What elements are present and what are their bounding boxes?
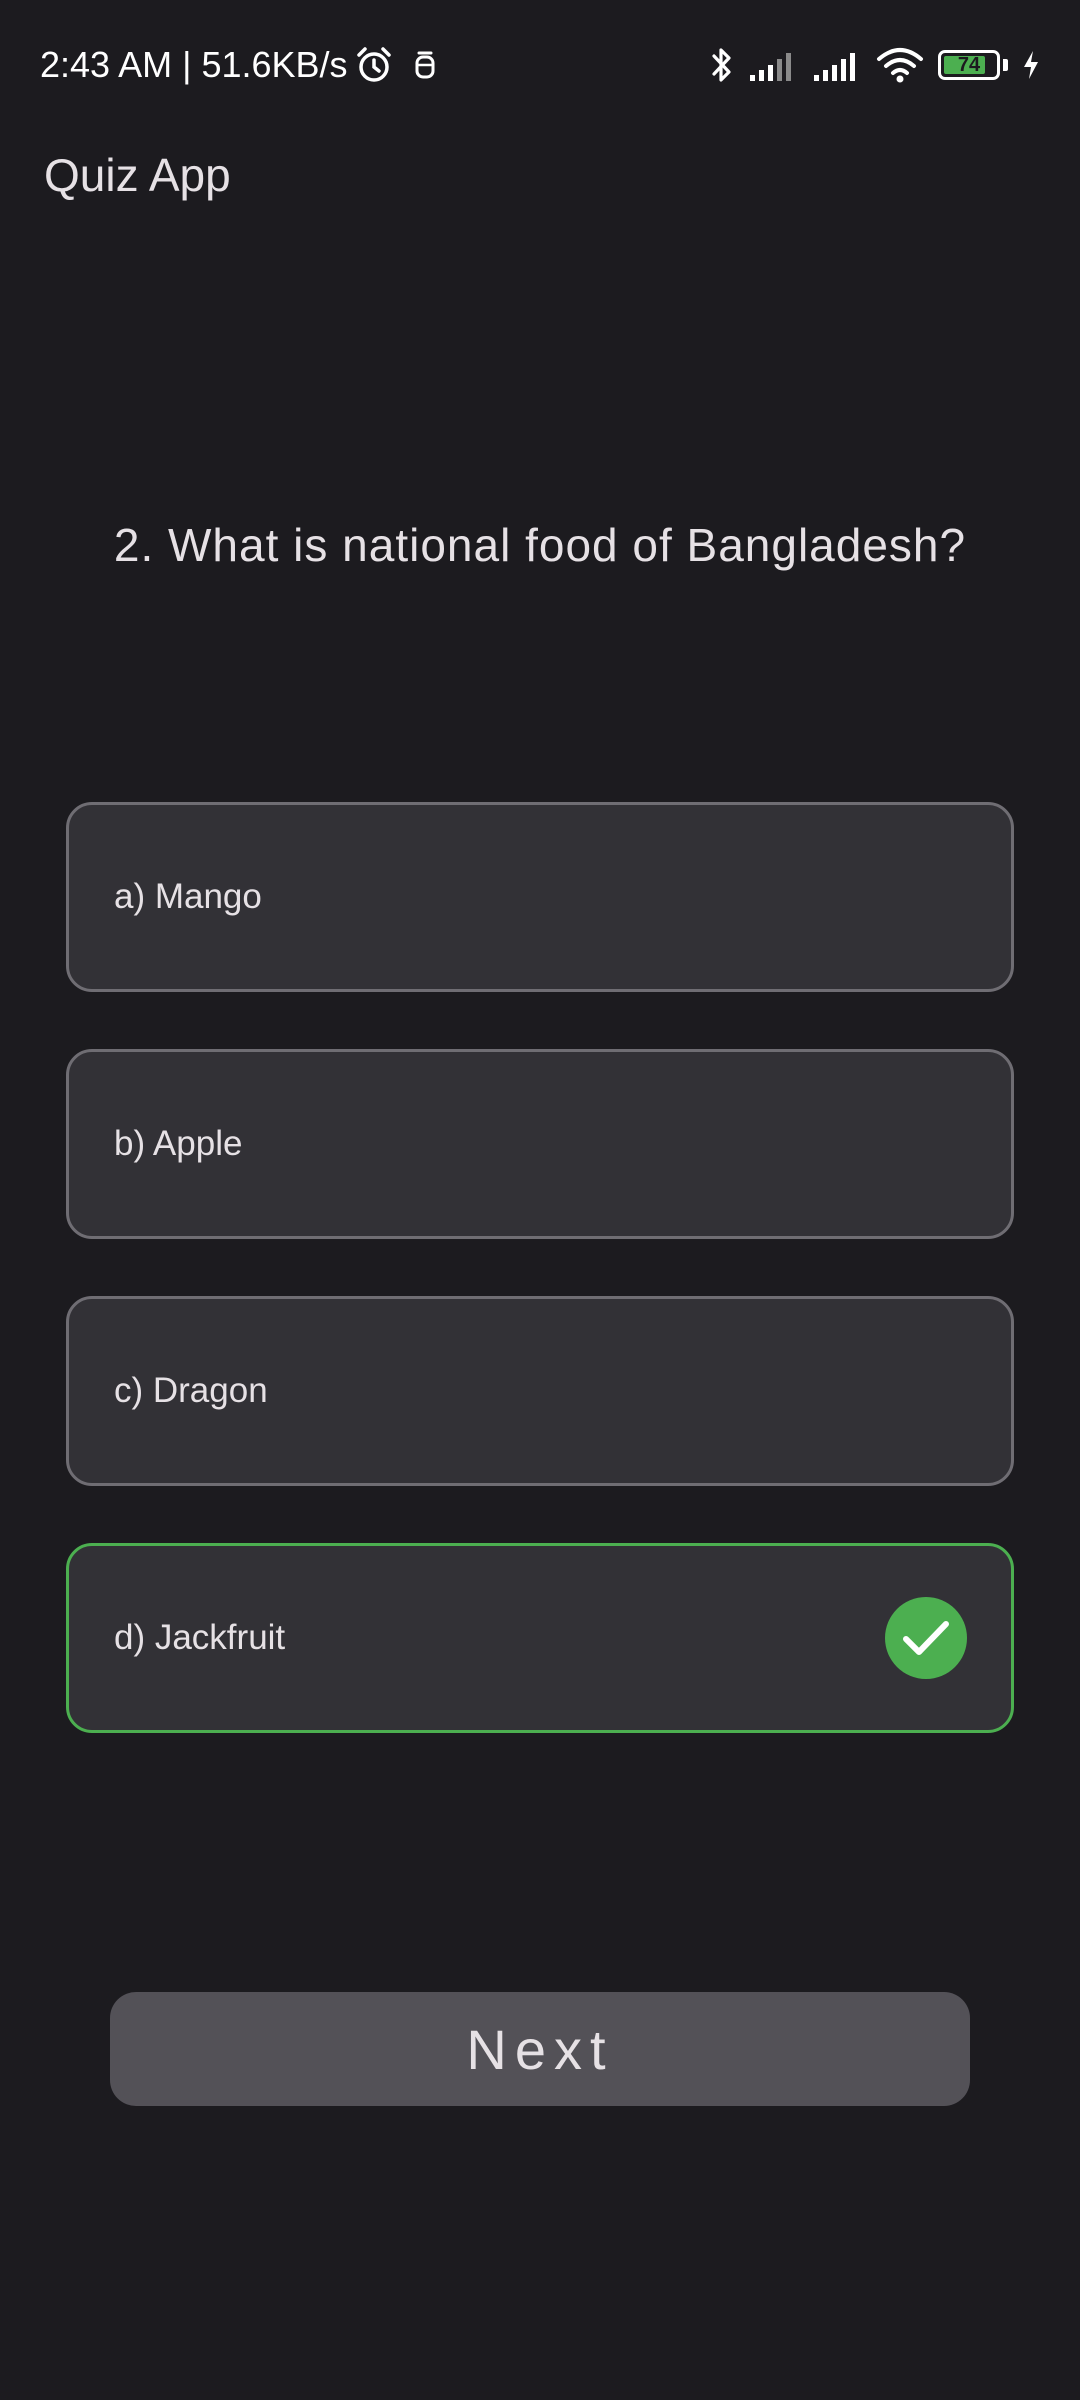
charging-icon xyxy=(1022,50,1040,80)
answer-options: a) Mango b) Apple c) Dragon d) Jackfruit xyxy=(66,802,1014,1790)
battery-cap xyxy=(1003,59,1008,71)
next-button-label: Next xyxy=(466,2017,614,2081)
app-title: Quiz App xyxy=(44,149,231,201)
option-d[interactable]: d) Jackfruit xyxy=(66,1543,1014,1733)
option-label: d) Jackfruit xyxy=(114,1618,286,1657)
check-circle-icon xyxy=(885,1597,967,1679)
option-label: a) Mango xyxy=(114,877,262,916)
status-bar: 2:43 AM | 51.6KB/s 74 xyxy=(0,0,1080,130)
status-time-speed: 2:43 AM | 51.6KB/s xyxy=(40,44,348,85)
battery-level: 74 xyxy=(957,53,981,76)
bluetooth-icon xyxy=(710,45,734,85)
option-c[interactable]: c) Dragon xyxy=(66,1296,1014,1486)
wifi-icon xyxy=(876,47,924,83)
quiz-screen: 2:43 AM | 51.6KB/s 74 Quiz App 2. What i… xyxy=(0,0,1080,2400)
option-label: c) Dragon xyxy=(114,1371,268,1410)
notification-icon xyxy=(412,49,438,81)
signal-icon xyxy=(812,49,862,81)
option-a[interactable]: a) Mango xyxy=(66,802,1014,992)
battery-icon: 74 xyxy=(938,50,1000,80)
status-bar-right: 74 xyxy=(710,40,1040,90)
option-label: b) Apple xyxy=(114,1124,243,1163)
option-b[interactable]: b) Apple xyxy=(66,1049,1014,1239)
alarm-icon xyxy=(354,45,394,85)
question-text: 2. What is national food of Bangladesh? xyxy=(113,519,967,571)
next-button[interactable]: Next xyxy=(110,1992,970,2106)
signal-icon xyxy=(748,49,798,81)
status-bar-left: 2:43 AM | 51.6KB/s xyxy=(40,40,438,90)
